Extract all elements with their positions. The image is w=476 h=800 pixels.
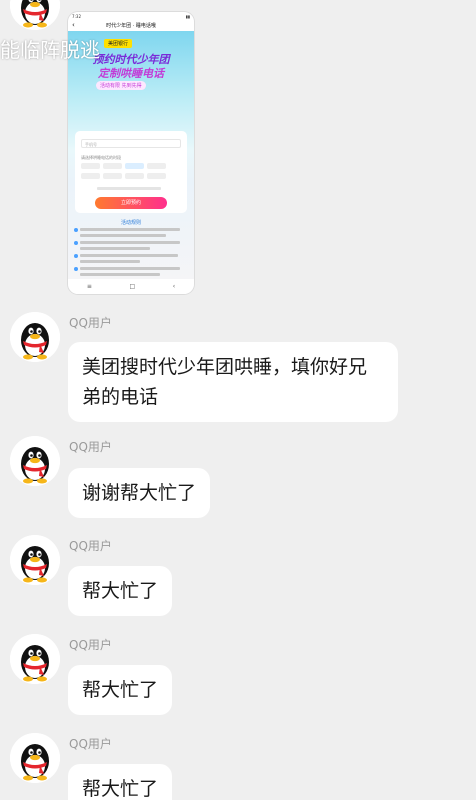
- avatar[interactable]: [10, 535, 60, 585]
- shot-submit-button: 立即预约: [95, 197, 167, 209]
- shot-rule-line: [80, 273, 160, 276]
- shot-nav-bar: ‹ 时代少年团 · 睡电话哦: [68, 20, 194, 31]
- shot-rule-line: [80, 260, 140, 263]
- shot-headline-2: 定制哄睡电话: [98, 67, 164, 80]
- home-icon: □: [129, 283, 136, 290]
- shot-status-time: 7:32: [72, 13, 81, 19]
- shot-brand: 美团银行: [104, 39, 133, 48]
- chat-screen: 7:32 ▮▮ ‹ 时代少年团 · 睡电话哦 美团银行 预约时代少年团 定制哄睡…: [0, 0, 476, 800]
- shot-chip: [103, 163, 122, 169]
- qq-penguin-icon: [10, 436, 60, 486]
- avatar[interactable]: [10, 634, 60, 684]
- shot-rule-line: [80, 267, 180, 270]
- shot-select-label: 请选择哄睡电话的时段: [81, 155, 121, 160]
- qq-penguin-icon: [10, 634, 60, 684]
- shot-bullet: [74, 241, 78, 245]
- shot-status-bar: 7:32 ▮▮: [68, 12, 194, 20]
- shot-battery-icon: ▮▮: [185, 13, 190, 19]
- shot-chip-selected: [125, 163, 144, 169]
- shot-chip: [147, 163, 166, 169]
- sender-name: QQ用户: [69, 316, 112, 330]
- back-icon: ‹: [172, 283, 176, 290]
- message-bubble[interactable]: 谢谢帮大忙了: [68, 468, 211, 518]
- shot-chip: [147, 173, 166, 179]
- message-bubble[interactable]: 美团搜时代少年团哄睡，填你好兄弟的电话: [68, 342, 398, 422]
- shot-back-icon: ‹: [72, 21, 75, 29]
- message-bubble[interactable]: 帮大忙了: [68, 566, 173, 616]
- shot-rule-line: [80, 234, 166, 237]
- shot-rule-line: [80, 247, 150, 250]
- qq-penguin-icon: [10, 535, 60, 585]
- shot-bullet: [74, 228, 78, 232]
- shot-body: 美团银行 预约时代少年团 定制哄睡电话 活动有限 先到先得 手机号 请选择哄睡电…: [68, 31, 194, 279]
- shot-chip: [81, 163, 100, 169]
- qq-penguin-icon: [10, 733, 60, 783]
- shot-agreement-line: [97, 187, 161, 190]
- avatar[interactable]: [10, 733, 60, 783]
- shot-bullet: [74, 254, 78, 258]
- shot-bullet: [74, 267, 78, 271]
- shot-chip: [103, 173, 122, 179]
- shot-nav-title: 时代少年团 · 睡电话哦: [106, 23, 156, 29]
- shot-rule-line: [80, 241, 180, 244]
- sender-name: QQ用户: [69, 638, 112, 652]
- shot-phone-input: 手机号: [81, 139, 181, 148]
- menu-icon: ≡: [86, 283, 92, 290]
- sender-name: QQ用户: [69, 737, 112, 751]
- qq-penguin-icon: [10, 312, 60, 362]
- shot-tag: 活动有限 先到先得: [96, 81, 146, 90]
- overlay-title: 能临阵脱逃: [0, 38, 100, 62]
- shot-rules-title: 活动规则: [120, 220, 141, 226]
- sender-name: QQ用户: [69, 440, 112, 454]
- sender-name: QQ用户: [69, 539, 112, 553]
- shot-chip: [125, 173, 144, 179]
- avatar[interactable]: [10, 0, 60, 30]
- shot-chip: [81, 173, 100, 179]
- message-bubble[interactable]: 帮大忙了: [68, 764, 173, 800]
- shot-nav-buttons: ≡ □ ‹: [68, 279, 194, 294]
- qq-penguin-icon: [10, 0, 60, 30]
- shot-rule-line: [80, 228, 180, 231]
- avatar[interactable]: [10, 436, 60, 486]
- avatar[interactable]: [10, 312, 60, 362]
- shot-form-card: 手机号 请选择哄睡电话的时段 立即预约: [75, 131, 187, 213]
- message-bubble[interactable]: 帮大忙了: [68, 665, 173, 715]
- shot-rule-line: [80, 254, 178, 257]
